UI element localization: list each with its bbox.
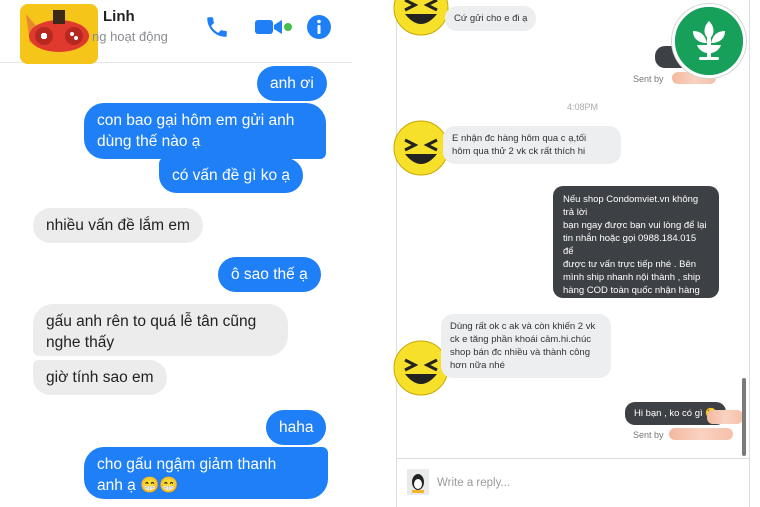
message-text-line: hôm qua thử 2 vk ck rất thích hi [452, 146, 586, 157]
message-bubble-outgoing[interactable]: có vấn đề gì ko ạ [159, 158, 304, 193]
message-text-line: cho gấu ngậm giảm thanh [97, 456, 277, 473]
brand-logo [672, 4, 746, 78]
blurred-overlay [707, 410, 743, 424]
message-text-line: tin nhắn hoặc gọi 0988.184.015 để [563, 233, 697, 257]
message-text-line: E nhận đc hàng hôm qua c ạ,tối [452, 133, 587, 144]
phone-icon[interactable] [204, 14, 230, 40]
message-bubble-outgoing[interactable]: con bao gại hôm em gửi anh dùng thế nào … [84, 103, 326, 159]
info-icon[interactable] [306, 14, 332, 40]
message-text-line: anh ạ 😁😁 [97, 477, 179, 494]
laughing-emoji-icon [393, 120, 449, 176]
message-bubble-outgoing[interactable]: Nếu shop Condomviet.vn không trả lời bạn… [553, 186, 719, 309]
message-bubble-outgoing[interactable]: cho gấu ngậm giảm thanh anh ạ 😁😁 [84, 447, 328, 499]
page-inbox-panel: Cứ gửi cho e đi ạ Sent by 4:08PM E nhận … [390, 0, 760, 507]
message-bubble-incoming[interactable]: Dùng rất ok c ak và còn khiến 2 vk ck e … [441, 314, 611, 378]
chat-header: Linh ng hoạt động [0, 0, 352, 64]
blurred-name [669, 428, 733, 440]
message-bubble-incoming[interactable]: E nhận đc hàng hôm qua c ạ,tối hôm qua t… [443, 126, 621, 164]
game-controller-avatar-icon [20, 4, 98, 64]
video-camera-icon[interactable] [253, 14, 293, 40]
message-text-line: thanh toán , an toàn , kín đáo . [563, 298, 692, 309]
message-bubble-incoming[interactable]: giờ tính sao em [33, 360, 167, 395]
timestamp: 4:08PM [567, 102, 599, 112]
message-text-line: hàng COD toàn quốc nhận hàng [563, 285, 700, 296]
avatar [407, 469, 429, 495]
panel-divider [352, 0, 390, 507]
laughing-emoji-icon [393, 0, 449, 36]
message-bubble-outgoing[interactable]: ô sao thế ạ [218, 257, 321, 292]
message-text-line: Nếu shop Condomviet.vn không trả lời [563, 194, 699, 218]
message-text-line: shop bán đc nhiều và thành công [450, 347, 590, 358]
message-text-line: hơn nữa nhé [450, 360, 505, 371]
message-text-line: dùng thế nào ạ [97, 133, 201, 150]
reply-composer [396, 458, 750, 507]
messenger-chat-panel: Linh ng hoạt động anh ơi con bao gại hôm… [0, 0, 352, 507]
message-text-line: ck e tăng phần khoái cảm.hi.chúc [450, 334, 592, 345]
message-text-line: bạn ngay được bạn vui lòng để lại [563, 220, 707, 231]
message-bubble-incoming[interactable]: Cứ gửi cho e đi ạ [445, 6, 537, 31]
message-text-line: được tư vấn trực tiếp nhé . Bên [563, 259, 697, 270]
sent-by-label: Sent by [633, 74, 664, 84]
message-bubble-incoming[interactable]: gấu anh rên to quá lễ tân cũng nghe thấy [33, 304, 288, 356]
sent-by-label: Sent by [633, 430, 664, 440]
message-text-line: mình ship nhanh nội thành , ship [563, 272, 701, 283]
reply-input[interactable] [435, 471, 729, 495]
message-text-line: nghe thấy [46, 334, 115, 351]
tree-leaf-logo-icon [675, 7, 743, 75]
message-bubble-incoming[interactable]: nhiều vấn đề lắm em [33, 208, 203, 243]
message-text-line: Dùng rất ok c ak và còn khiến 2 vk [450, 321, 596, 332]
message-text-line: con bao gại hôm em gửi anh [97, 112, 295, 129]
scrollbar[interactable] [742, 378, 746, 456]
contact-name: Linh [103, 8, 135, 25]
contact-status: ng hoạt động [92, 29, 168, 44]
message-text-line: gấu anh rên to quá lễ tân cũng [46, 313, 257, 330]
message-bubble-outgoing[interactable]: haha [266, 410, 327, 445]
avatar[interactable] [20, 4, 98, 64]
message-bubble-outgoing[interactable]: anh ơi [257, 66, 327, 101]
